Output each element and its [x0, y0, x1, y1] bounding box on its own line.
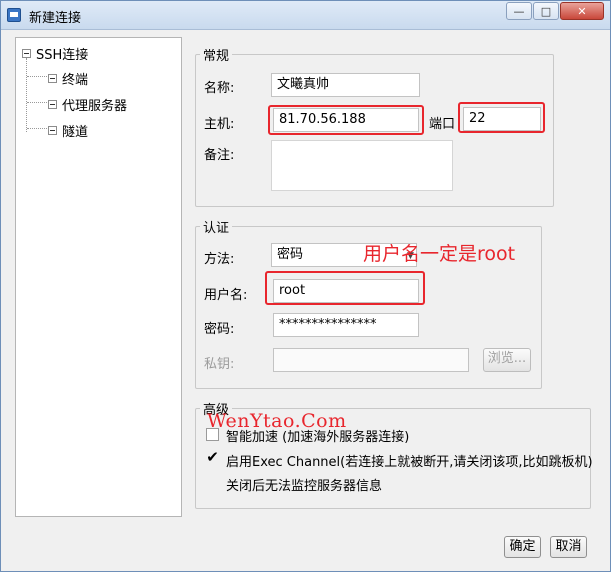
settings-tree: SSH连接 终端 代理服务器 隧道	[15, 37, 182, 517]
private-key-input[interactable]	[273, 348, 469, 372]
exec-channel-checkbox[interactable]: ✔	[206, 450, 219, 465]
tree-guide-line	[26, 58, 27, 132]
title-bar: 新建连接 — □ ✕	[1, 1, 610, 30]
username-label: 用户名:	[204, 288, 248, 303]
username-annotation: 用户名一定是root	[363, 243, 516, 265]
tree-connector	[27, 102, 47, 103]
general-legend: 常规	[203, 49, 230, 64]
tree-item-tunnel[interactable]: 隧道	[48, 121, 88, 140]
browse-button[interactable]: 浏览...	[483, 348, 531, 372]
tree-item-terminal[interactable]: 终端	[48, 69, 88, 88]
checkmark-icon: ✔	[206, 448, 219, 466]
username-highlight	[265, 271, 425, 305]
password-label: 密码:	[204, 322, 235, 337]
exec-channel-label: 启用Exec Channel(若连接上就被断开,请关闭该项,比如跳板机)	[226, 455, 593, 470]
collapse-icon[interactable]	[48, 100, 57, 109]
port-highlight	[458, 102, 545, 133]
minimize-button[interactable]: —	[506, 2, 532, 20]
smart-accel-label: 智能加速 (加速海外服务器连接)	[226, 430, 410, 445]
private-key-label: 私钥:	[204, 357, 235, 372]
window-title: 新建连接	[29, 11, 82, 26]
host-label: 主机:	[204, 117, 235, 132]
name-label: 名称:	[204, 81, 235, 96]
tree-item-label: 代理服务器	[62, 99, 128, 114]
tree-item-proxy[interactable]: 代理服务器	[48, 95, 127, 114]
new-connection-dialog: 新建连接 — □ ✕ SSH连接 终端 代理服务器 隧道 常规 名称: 文曦真帅…	[0, 0, 611, 572]
smart-accel-checkbox[interactable]	[206, 428, 219, 441]
window-controls: — □ ✕	[505, 2, 604, 20]
note-label: 备注:	[204, 148, 235, 163]
note-textarea[interactable]	[271, 140, 453, 191]
port-label: 端口	[429, 117, 456, 132]
tree-item-label: 终端	[62, 73, 89, 88]
app-icon	[7, 8, 21, 22]
exec-channel-note: 关闭后无法监控服务器信息	[226, 479, 383, 494]
host-highlight	[268, 105, 424, 135]
collapse-icon[interactable]	[48, 74, 57, 83]
method-label: 方法:	[204, 252, 235, 267]
ok-button[interactable]: 确定	[504, 536, 541, 558]
tree-connector	[27, 128, 47, 129]
collapse-icon[interactable]	[22, 49, 31, 58]
name-input[interactable]: 文曦真帅	[271, 73, 420, 97]
tree-item-ssh[interactable]: SSH连接	[22, 44, 88, 63]
collapse-icon[interactable]	[48, 126, 57, 135]
tree-item-label: 隧道	[62, 125, 89, 140]
tree-item-label: SSH连接	[36, 48, 89, 63]
tree-connector	[27, 76, 47, 77]
close-button[interactable]: ✕	[560, 2, 604, 20]
cancel-button[interactable]: 取消	[550, 536, 587, 558]
maximize-button[interactable]: □	[533, 2, 559, 20]
auth-legend: 认证	[203, 221, 230, 236]
password-input[interactable]: ***************	[273, 313, 419, 337]
